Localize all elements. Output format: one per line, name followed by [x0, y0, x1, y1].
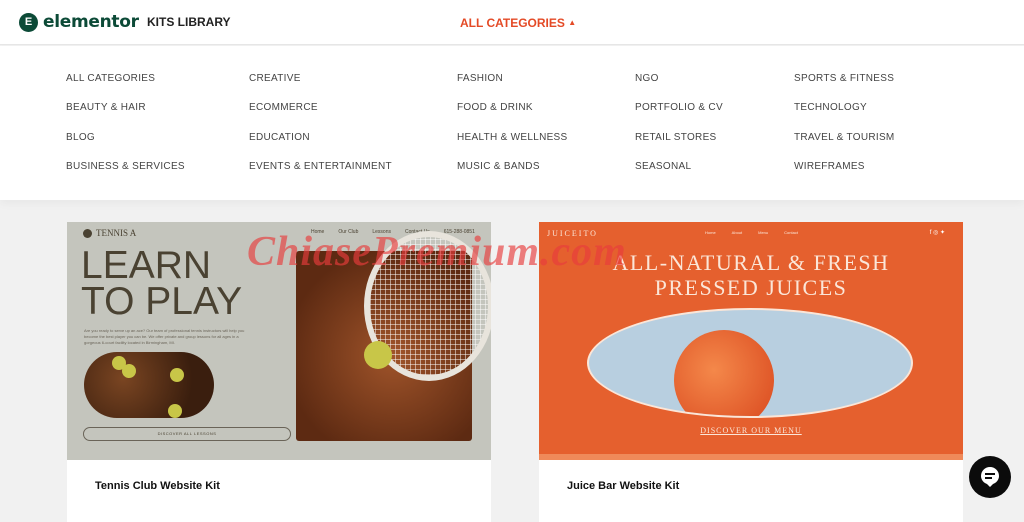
- chat-bubble-icon: [981, 467, 999, 487]
- chat-button[interactable]: [969, 456, 1011, 498]
- preview-headline: ALL-NATURAL & FRESH PRESSED JUICES: [539, 250, 963, 300]
- social-icons: f ◎ ✦: [929, 230, 945, 236]
- headline-line: PRESSED JUICES: [654, 275, 848, 300]
- top-header: E elementor KITS LIBRARY ALL CATEGORIES …: [0, 0, 1024, 45]
- nav-item: About: [731, 230, 743, 235]
- kit-title[interactable]: Tennis Club Website Kit: [95, 480, 220, 492]
- kit-preview-juice[interactable]: JUICEITO Home About Menu Contact f ◎ ✦ ALL-…: [539, 222, 963, 460]
- category-link[interactable]: NGO: [635, 73, 659, 84]
- preview-headline: LEARN TO PLAY: [81, 244, 243, 323]
- kit-title[interactable]: Juice Bar Website Kit: [567, 480, 679, 492]
- kit-card-tennis[interactable]: TENNIS A HomeOur ClubLessonsContact Us61…: [67, 222, 491, 522]
- category-link[interactable]: TRAVEL & TOURISM: [794, 132, 895, 143]
- category-link[interactable]: PORTFOLIO & CV: [635, 102, 723, 113]
- nav-item: Our Club: [338, 229, 359, 235]
- kit-preview-tennis[interactable]: TENNIS A HomeOur ClubLessonsContact Us61…: [67, 222, 491, 460]
- category-link[interactable]: RETAIL STORES: [635, 132, 717, 143]
- preview-brand: JUICEITO: [547, 229, 598, 238]
- nav-item: Menu: [758, 230, 769, 235]
- nav-item: Home: [705, 230, 716, 235]
- caret-up-icon: ▲: [568, 18, 577, 27]
- category-link[interactable]: EVENTS & ENTERTAINMENT: [249, 161, 392, 172]
- category-link[interactable]: WIREFRAMES: [794, 161, 865, 172]
- category-link[interactable]: CREATIVE: [249, 73, 301, 84]
- category-link[interactable]: BEAUTY & HAIR: [66, 102, 146, 113]
- categories-panel: ALL CATEGORIES BEAUTY & HAIR BLOG BUSINESS …: [0, 46, 1024, 200]
- dropdown-label: ALL CATEGORIES: [460, 16, 565, 30]
- nav-item: Contact: [784, 230, 798, 235]
- preview-link: DISCOVER OUR MENU: [700, 426, 802, 435]
- orange-image: [587, 308, 913, 418]
- category-link[interactable]: HEALTH & WELLNESS: [457, 132, 568, 143]
- headline-line: ALL-NATURAL & FRESH: [612, 250, 890, 275]
- kits-library-title: KITS LIBRARY: [147, 15, 231, 29]
- category-link[interactable]: BLOG: [66, 132, 95, 143]
- headline-line: TO PLAY: [81, 280, 243, 323]
- tennis-balls-image: [84, 352, 214, 418]
- brand-name: TENNIS A: [96, 228, 137, 238]
- nav-item: Lessons: [372, 229, 391, 235]
- nav-item: Home: [311, 229, 325, 235]
- preview-nav: Home About Menu Contact: [705, 230, 798, 235]
- headline-line: LEARN: [81, 244, 212, 287]
- kit-card-juice[interactable]: JUICEITO Home About Menu Contact f ◎ ✦ ALL-…: [539, 222, 963, 522]
- category-link[interactable]: BUSINESS & SERVICES: [66, 161, 185, 172]
- elementor-logo-icon: E: [19, 12, 38, 32]
- category-link[interactable]: FASHION: [457, 73, 503, 84]
- category-link[interactable]: MUSIC & BANDS: [457, 161, 540, 172]
- logo-text: elementor: [43, 12, 139, 32]
- preview-nav: HomeOur ClubLessonsContact Us615-288-085…: [311, 229, 475, 235]
- all-categories-dropdown[interactable]: ALL CATEGORIES ▲: [460, 16, 576, 30]
- category-link[interactable]: SEASONAL: [635, 161, 691, 172]
- category-link[interactable]: TECHNOLOGY: [794, 102, 867, 113]
- preview-button: DISCOVER ALL LESSONS: [83, 427, 291, 441]
- preview-brand: TENNIS A: [83, 228, 136, 238]
- elementor-logo[interactable]: E elementor: [19, 12, 139, 32]
- category-link[interactable]: EDUCATION: [249, 132, 310, 143]
- brand-logo-icon: [83, 228, 92, 238]
- category-link[interactable]: ECOMMERCE: [249, 102, 318, 113]
- preview-body: Are you ready to serve up an ace? Our te…: [84, 328, 245, 345]
- category-link[interactable]: FOOD & DRINK: [457, 102, 533, 113]
- category-link[interactable]: ALL CATEGORIES: [66, 73, 155, 84]
- category-link[interactable]: SPORTS & FITNESS: [794, 73, 894, 84]
- preview-footer-strip: [539, 454, 963, 460]
- tennis-racket-image: [296, 231, 491, 441]
